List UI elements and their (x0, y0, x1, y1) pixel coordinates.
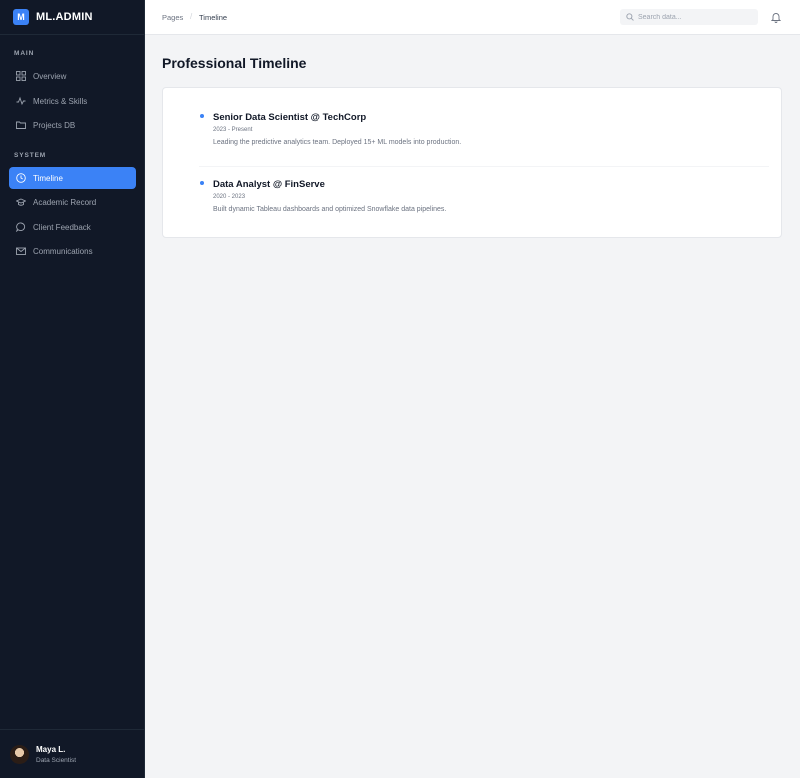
mail-icon (16, 246, 26, 256)
topbar: Pages / Timeline (145, 0, 800, 35)
search-box[interactable] (620, 9, 758, 25)
section-label-main: MAIN (14, 50, 35, 57)
timeline-role: Data Analyst @ FinServe (213, 179, 325, 190)
sidebar-item-label: Metrics & Skills (33, 96, 88, 106)
timeline-description: Built dynamic Tableau dashboards and opt… (213, 206, 447, 213)
timeline-entry: Data Analyst @ FinServe 2020 - 2023 Buil… (213, 179, 446, 213)
page-title: Professional Timeline (162, 55, 307, 71)
timeline-role: Senior Data Scientist @ TechCorp (213, 112, 367, 123)
search-icon (626, 13, 634, 21)
clock-icon (16, 173, 26, 183)
grid-icon (16, 71, 26, 81)
timeline-dot (200, 181, 204, 185)
timeline-description: Leading the predictive analytics team. D… (213, 139, 462, 146)
graduation-cap-icon (16, 197, 26, 207)
user-name: Maya L. (36, 744, 66, 754)
sidebar-item-label: Client Feedback (33, 222, 91, 232)
search-input[interactable] (638, 13, 748, 21)
timeline-dates: 2020 - 2023 (213, 194, 246, 200)
sidebar-item-label: Overview (33, 71, 67, 81)
sidebar-item-metrics[interactable]: Metrics & Skills (9, 90, 136, 112)
folder-icon (16, 120, 26, 130)
sidebar-item-projects[interactable]: Projects DB (9, 114, 136, 136)
sidebar-item-timeline[interactable]: Timeline (9, 167, 136, 189)
sidebar-item-label: Academic Record (33, 197, 97, 207)
chat-bubble-icon (16, 222, 26, 232)
sidebar-item-academic-record[interactable]: Academic Record (9, 191, 136, 213)
avatar (10, 744, 29, 764)
brand-name: ML.ADMIN (36, 11, 93, 23)
divider (199, 166, 769, 167)
breadcrumb-separator: / (190, 12, 193, 21)
timeline-dates: 2023 - Present (213, 127, 253, 133)
sidebar-item-overview[interactable]: Overview (9, 65, 136, 87)
timeline-card: Senior Data Scientist @ TechCorp 2023 - … (162, 87, 782, 238)
sidebar-item-communications[interactable]: Communications (9, 240, 136, 262)
activity-icon (16, 96, 26, 106)
sidebar-item-label: Timeline (33, 173, 63, 183)
brand-logo: M (13, 9, 29, 25)
brand[interactable]: M ML.ADMIN (0, 0, 144, 35)
section-label-system: SYSTEM (14, 152, 47, 159)
sidebar-item-label: Projects DB (33, 120, 76, 130)
sidebar: M ML.ADMIN MAIN Overview Metrics & Skill… (0, 0, 145, 778)
breadcrumb-pages[interactable]: Pages (162, 13, 183, 22)
sidebar-item-label: Communications (33, 246, 93, 256)
user-profile[interactable]: Maya L. Data Scientist (0, 729, 145, 778)
sidebar-item-client-feedback[interactable]: Client Feedback (9, 216, 136, 238)
bell-icon[interactable] (771, 12, 781, 23)
breadcrumb-current: Timeline (199, 13, 228, 22)
user-role: Data Scientist (36, 756, 77, 764)
timeline-entry: Senior Data Scientist @ TechCorp 2023 - … (213, 112, 461, 146)
timeline-dot (200, 114, 204, 118)
